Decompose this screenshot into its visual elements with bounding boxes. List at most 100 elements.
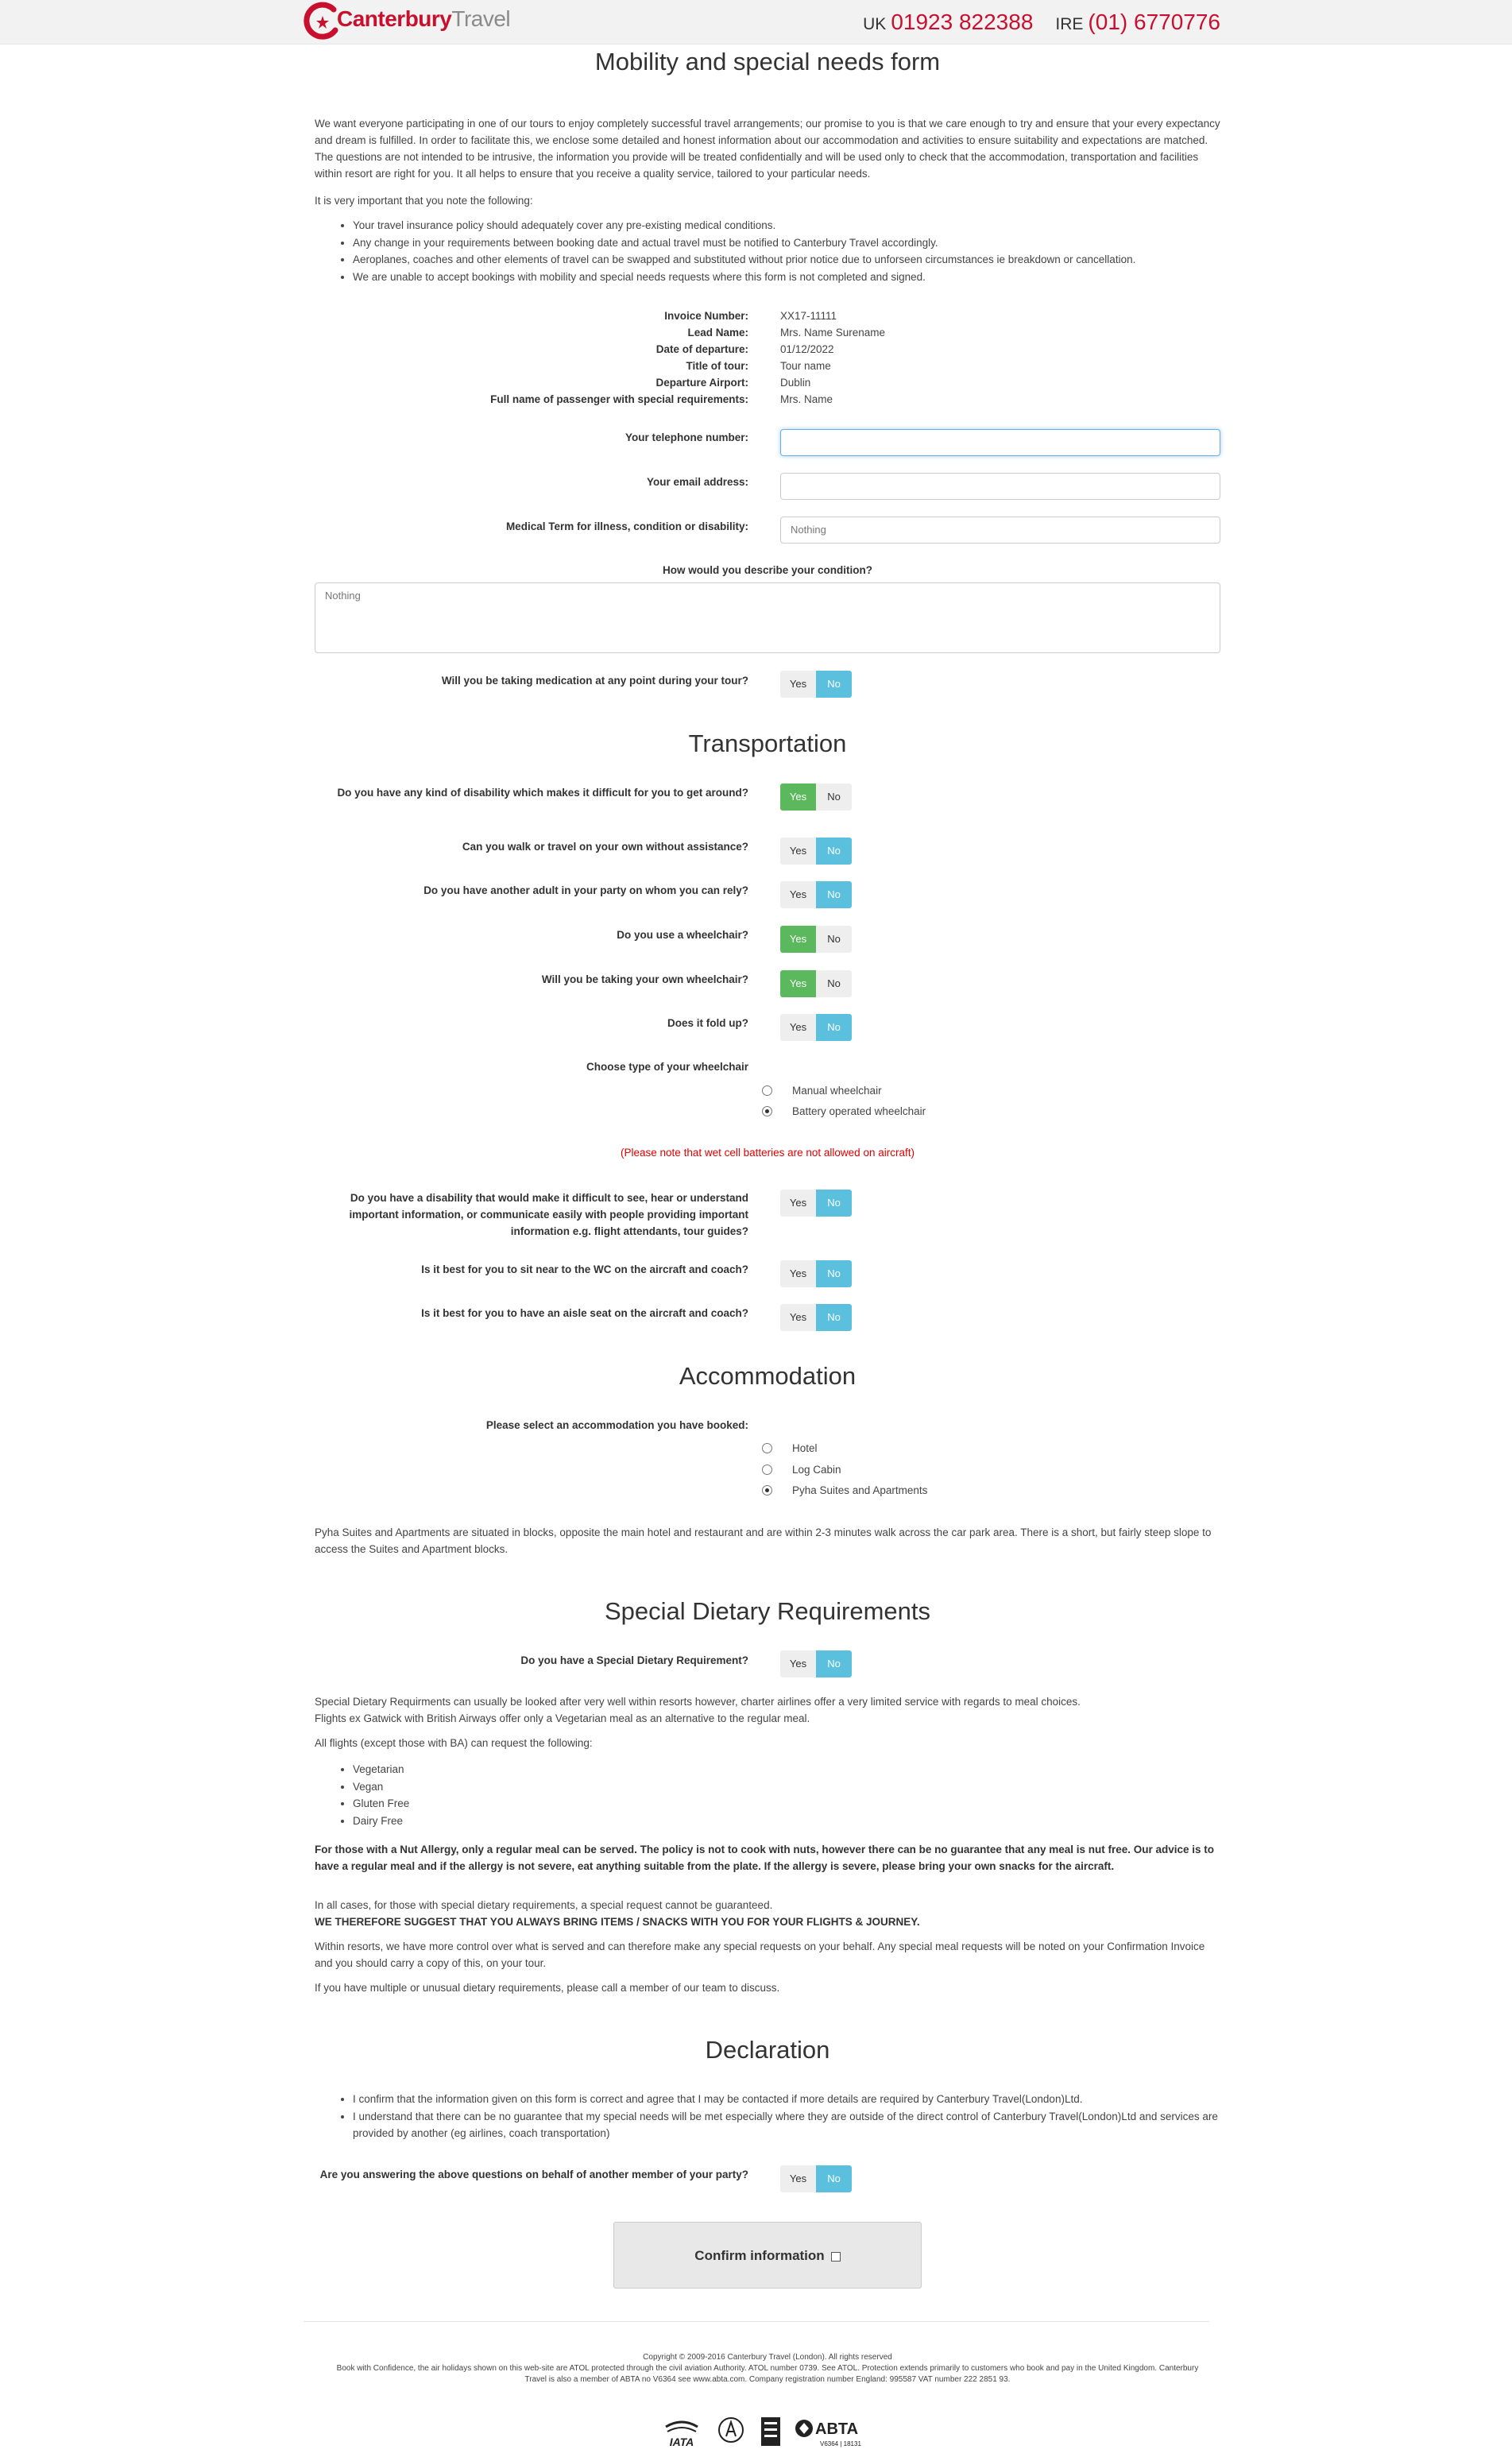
site-header: CanterburyTravel UK 01923 822388 IRE (01) 6… xyxy=(0,0,1512,44)
footer-logos: IATA ABTA V6364 | 18131 xyxy=(659,2416,898,2449)
aisle-toggle[interactable]: Yes No xyxy=(780,1304,852,1331)
no-option[interactable]: No xyxy=(816,671,852,698)
uk-phone-link[interactable]: 01923 822388 xyxy=(891,10,1033,34)
list-item: Vegan xyxy=(353,1778,1220,1796)
dietary-request-note: All flights (except those with BA) can r… xyxy=(315,1737,593,1749)
medication-question: Will you be taking medication at any poi… xyxy=(441,675,748,687)
list-item: Dairy Free xyxy=(353,1813,1220,1830)
radio-button[interactable] xyxy=(762,1443,772,1453)
adult-toggle[interactable]: Yes No xyxy=(780,881,852,908)
no-option[interactable]: No xyxy=(816,926,852,953)
wc-toggle[interactable]: Yes No xyxy=(780,1260,852,1287)
yes-option[interactable]: Yes xyxy=(780,784,816,811)
list-item: We are unable to accept bookings with mo… xyxy=(353,269,1220,286)
communicate-toggle[interactable]: Yes No xyxy=(780,1190,852,1217)
uk-label: UK xyxy=(863,15,887,33)
fold-toggle[interactable]: Yes No xyxy=(780,1014,852,1041)
email-label: Your email address: xyxy=(646,476,748,488)
disability-toggle[interactable]: Yes No xyxy=(780,784,852,811)
radio-button[interactable] xyxy=(762,1485,772,1495)
medical-term-input[interactable]: Nothing xyxy=(780,517,1220,544)
yes-option[interactable]: Yes xyxy=(780,1014,816,1041)
info-tour-title: Title of tour: Tour name xyxy=(686,360,831,372)
footer-copyright: Copyright © 2009-2016 Canterbury Travel … xyxy=(643,2353,892,2362)
no-option[interactable]: No xyxy=(816,1650,852,1677)
no-option[interactable]: No xyxy=(816,1190,852,1217)
medication-toggle[interactable]: Yes No xyxy=(780,671,852,698)
communicate-question: Do you have a disability that would make… xyxy=(349,1192,748,1237)
radio-button[interactable] xyxy=(762,1085,772,1096)
no-option[interactable]: No xyxy=(816,1014,852,1041)
no-option[interactable]: No xyxy=(816,1260,852,1287)
info-departure-airport: Departure Airport: Dublin xyxy=(655,377,811,389)
no-option[interactable]: No xyxy=(816,1304,852,1331)
no-option[interactable]: No xyxy=(816,2165,852,2192)
info-lead-name: Lead Name: Mrs. Name Surename xyxy=(687,327,886,339)
dietary-options-list: Vegetarian Vegan Gluten Free Dairy Free xyxy=(338,1761,1220,1829)
confirm-information-button[interactable]: Confirm information xyxy=(613,2222,922,2289)
yes-option[interactable]: Yes xyxy=(780,838,816,865)
footer-divider xyxy=(304,2321,1209,2322)
svg-text:IATA: IATA xyxy=(670,2436,694,2448)
email-input[interactable] xyxy=(780,473,1220,500)
phone-input[interactable] xyxy=(780,429,1220,456)
wc-question: Is it best for you to sit near to the WC… xyxy=(421,1263,748,1275)
dietary-ba-note: Flights ex Gatwick with British Airways … xyxy=(315,1712,810,1724)
yes-option[interactable]: Yes xyxy=(780,881,816,908)
svg-text:ABTA: ABTA xyxy=(815,2420,858,2438)
declaration-list: I confirm that the information given on … xyxy=(338,2091,1220,2142)
dietary-question: Do you have a Special Dietary Requiremen… xyxy=(520,1654,748,1666)
behalf-toggle[interactable]: Yes No xyxy=(780,2165,852,2192)
logo-wordmark: CanterburyTravel xyxy=(337,6,511,31)
contact-phones: UK 01923 822388 IRE (01) 6770776 xyxy=(863,10,1220,35)
no-option[interactable]: No xyxy=(816,784,852,811)
dietary-toggle[interactable]: Yes No xyxy=(780,1650,852,1677)
ire-phone-link[interactable]: (01) 6770776 xyxy=(1088,10,1220,34)
multiple-requirements-note: If you have multiple or unusual dietary … xyxy=(315,1982,780,1994)
list-item: Vegetarian xyxy=(353,1761,1220,1778)
ire-label: IRE xyxy=(1055,15,1084,33)
list-item: I understand that there can be no guaran… xyxy=(353,2108,1220,2142)
yes-option[interactable]: Yes xyxy=(780,926,816,953)
wheelchair-question: Do you use a wheelchair? xyxy=(617,929,748,941)
accommodation-heading: Accommodation xyxy=(679,1362,857,1390)
list-item: Aeroplanes, coaches and other elements o… xyxy=(353,251,1220,269)
fold-question: Does it fold up? xyxy=(667,1017,748,1029)
yes-option[interactable]: Yes xyxy=(780,2165,816,2192)
yes-option[interactable]: Yes xyxy=(780,1260,816,1287)
radio-button[interactable] xyxy=(762,1106,772,1116)
canterbury-travel-logo[interactable]: CanterburyTravel xyxy=(304,2,511,41)
all-cases-note: In all cases, for those with special die… xyxy=(315,1899,773,1911)
svg-text:V6364 | 18131: V6364 | 18131 xyxy=(820,2440,861,2447)
accommodation-label: Please select an accommodation you have … xyxy=(485,1419,748,1431)
footer-legal: Book with Confidence, the air holidays s… xyxy=(336,2364,1199,2384)
yes-option[interactable]: Yes xyxy=(780,970,816,997)
condition-description-textarea[interactable]: Nothing xyxy=(315,582,1220,653)
list-item: Any change in your requirements between … xyxy=(353,234,1220,252)
no-option[interactable]: No xyxy=(816,881,852,908)
yes-option[interactable]: Yes xyxy=(780,1190,816,1217)
dietary-heading: Special Dietary Requirements xyxy=(604,1597,931,1625)
condition-description-label: How would you describe your condition? xyxy=(662,564,872,576)
yes-option[interactable]: Yes xyxy=(780,1304,816,1331)
wheelchair-type-label: Choose type of your wheelchair xyxy=(586,1061,748,1073)
page-title: Mobility and special needs form xyxy=(594,48,941,75)
yes-option[interactable]: Yes xyxy=(780,671,816,698)
wheelchair-toggle[interactable]: Yes No xyxy=(780,926,852,953)
no-option[interactable]: No xyxy=(816,970,852,997)
phone-label: Your telephone number: xyxy=(625,431,748,443)
iata-logo: IATA xyxy=(665,2420,698,2448)
yes-option[interactable]: Yes xyxy=(780,1650,816,1677)
behalf-question: Are you answering the above questions on… xyxy=(319,2169,748,2180)
own-wheelchair-question: Will you be taking your own wheelchair? xyxy=(541,973,748,985)
logo-swirl-icon xyxy=(304,2,338,40)
walk-question: Can you walk or travel on your own witho… xyxy=(462,841,748,853)
radio-button[interactable] xyxy=(762,1465,772,1475)
dietary-intro: Special Dietary Requirments can usually … xyxy=(315,1696,1081,1708)
adult-question: Do you have another adult in your party … xyxy=(423,884,748,896)
resorts-note: Within resorts, we have more control ove… xyxy=(315,1940,1205,1969)
checkbox-icon xyxy=(830,2251,841,2262)
own-wheelchair-toggle[interactable]: Yes No xyxy=(780,970,852,997)
walk-toggle[interactable]: Yes No xyxy=(780,838,852,865)
no-option[interactable]: No xyxy=(816,838,852,865)
